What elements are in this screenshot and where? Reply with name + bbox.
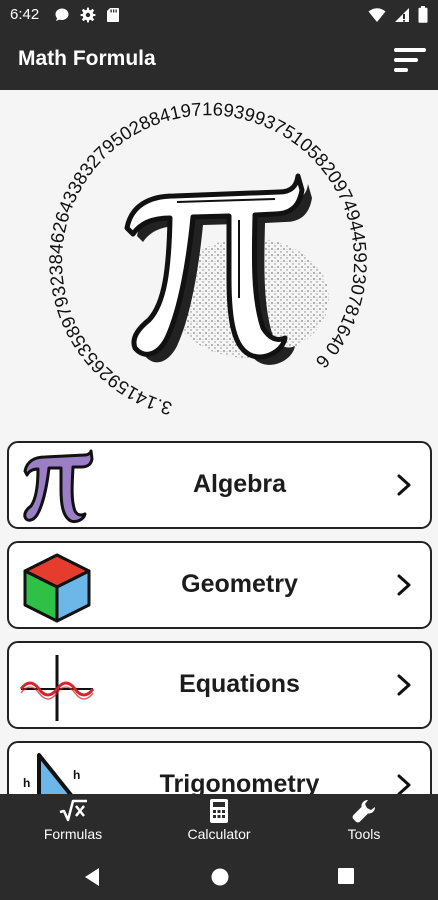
svg-text:h: h xyxy=(73,768,80,782)
status-time: 6:42 xyxy=(10,6,40,23)
chevron-right-icon xyxy=(397,674,411,696)
nav-label: Formulas xyxy=(43,826,103,842)
status-right-icons xyxy=(368,6,428,23)
triangle-icon: h h xyxy=(23,753,80,794)
card-label: Trigonometry xyxy=(159,770,320,794)
pi-symbol xyxy=(124,173,329,365)
cube-icon xyxy=(23,553,91,623)
system-navigation-bar xyxy=(0,854,438,900)
chevron-right-icon xyxy=(397,574,411,596)
wifi-icon xyxy=(368,7,386,22)
category-card-algebra[interactable]: Algebra xyxy=(7,441,432,529)
sort-menu-button[interactable] xyxy=(390,42,430,78)
back-icon[interactable] xyxy=(82,866,102,888)
content-area[interactable]: 3.14159265358979323846264338327950288419… xyxy=(0,90,438,794)
sort-menu-icon xyxy=(394,48,426,72)
nav-item-tools[interactable]: Tools xyxy=(309,798,419,852)
card-label: Algebra xyxy=(192,470,287,498)
chevron-right-icon xyxy=(397,774,411,794)
app-bar: Math Formula xyxy=(0,30,438,90)
page-title: Math Formula xyxy=(18,47,156,70)
chevron-right-icon xyxy=(397,474,411,496)
pi-icon xyxy=(23,449,94,523)
nav-label: Calculator xyxy=(187,826,251,842)
bottom-navigation: Formulas Calculator Tools xyxy=(0,794,438,854)
sd-card-icon xyxy=(107,8,119,22)
category-card-trigonometry[interactable]: h h Trigonometry xyxy=(7,741,432,794)
chat-icon xyxy=(55,8,69,21)
status-left-icons xyxy=(54,7,120,23)
category-card-geometry[interactable]: Geometry xyxy=(7,541,432,629)
pi-illustration: 3.14159265358979323846264338327950288419… xyxy=(49,98,371,419)
card-label: Equations xyxy=(179,670,300,698)
wrench-icon xyxy=(352,800,375,823)
status-bar: 6:42 xyxy=(0,0,438,30)
svg-text:h: h xyxy=(23,776,30,790)
signal-icon xyxy=(395,7,409,22)
nav-label: Tools xyxy=(347,826,381,842)
nav-item-calculator[interactable]: Calculator xyxy=(164,798,274,852)
category-card-equations[interactable]: Equations xyxy=(7,641,432,729)
card-label: Geometry xyxy=(181,570,298,598)
sqrt-icon xyxy=(59,799,87,822)
settings-icon xyxy=(80,7,96,23)
battery-icon xyxy=(418,6,428,23)
home-icon[interactable] xyxy=(209,866,231,888)
recents-icon[interactable] xyxy=(336,866,356,886)
wave-graph-icon xyxy=(19,655,95,721)
nav-item-formulas[interactable]: Formulas xyxy=(18,798,128,852)
calculator-icon xyxy=(210,799,228,823)
